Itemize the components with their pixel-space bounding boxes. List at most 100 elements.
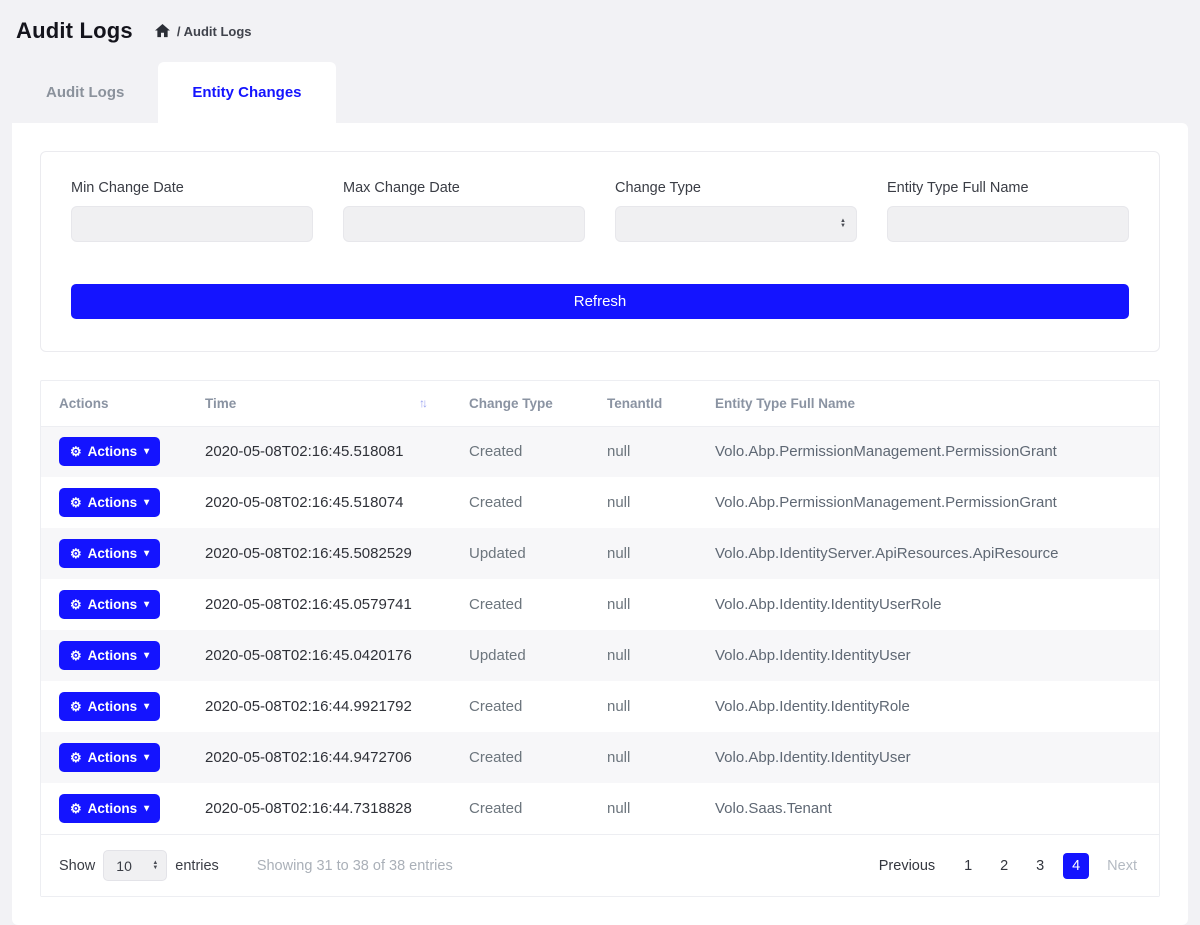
- select-arrows-icon: ▲▼: [840, 219, 846, 229]
- column-header-tenant-id: TenantId: [589, 381, 697, 426]
- tab-bar: Audit Logs Entity Changes: [12, 62, 1188, 123]
- page-size-control: Show 10 ▲▼ entries: [59, 850, 219, 881]
- entity-type-cell: Volo.Abp.Identity.IdentityUserRole: [697, 579, 1159, 630]
- pagination-previous[interactable]: Previous: [875, 853, 939, 879]
- filter-panel: Min Change Date Max Change Date Change T…: [40, 151, 1160, 352]
- show-label: Show: [59, 858, 95, 874]
- caret-down-icon: ▾: [144, 701, 149, 712]
- pagination-page-3[interactable]: 3: [1027, 853, 1053, 879]
- tenant-id-cell: null: [589, 528, 697, 579]
- actions-cell: ⚙ Actions ▾: [41, 681, 187, 732]
- time-cell: 2020-05-08T02:16:44.7318828: [187, 783, 451, 834]
- row-actions-button[interactable]: ⚙ Actions ▾: [59, 590, 160, 619]
- filter-field-change-type: Change Type ▲▼: [615, 180, 857, 242]
- caret-down-icon: ▾: [144, 497, 149, 508]
- table-row: ⚙ Actions ▾ 2020-05-08T02:16:45.518074 C…: [41, 477, 1159, 528]
- entity-type-cell: Volo.Abp.IdentityServer.ApiResources.Api…: [697, 528, 1159, 579]
- table-header-row: Actions Time ↑↓ Change Type TenantId Ent…: [41, 381, 1159, 426]
- page-size-select[interactable]: 10 ▲▼: [103, 850, 167, 881]
- row-actions-button[interactable]: ⚙ Actions ▾: [59, 539, 160, 568]
- pagination-page-1[interactable]: 1: [955, 853, 981, 879]
- gear-icon: ⚙: [70, 648, 82, 664]
- max-change-date-input[interactable]: [343, 206, 585, 242]
- tab-entity-changes[interactable]: Entity Changes: [158, 62, 335, 123]
- time-cell: 2020-05-08T02:16:44.9921792: [187, 681, 451, 732]
- time-cell: 2020-05-08T02:16:45.518074: [187, 477, 451, 528]
- sort-icon[interactable]: ↑↓: [419, 396, 439, 410]
- actions-cell: ⚙ Actions ▾: [41, 426, 187, 477]
- entity-type-label: Entity Type Full Name: [887, 180, 1129, 196]
- entries-label: entries: [175, 858, 219, 874]
- page-header: Audit Logs / Audit Logs: [0, 0, 1200, 58]
- tenant-id-cell: null: [589, 579, 697, 630]
- time-cell: 2020-05-08T02:16:45.0420176: [187, 630, 451, 681]
- time-cell: 2020-05-08T02:16:45.0579741: [187, 579, 451, 630]
- breadcrumb: / Audit Logs: [155, 24, 252, 39]
- row-actions-button[interactable]: ⚙ Actions ▾: [59, 641, 160, 670]
- change-type-cell: Created: [451, 477, 589, 528]
- page-title: Audit Logs: [16, 18, 133, 44]
- change-type-cell: Created: [451, 681, 589, 732]
- table-row: ⚙ Actions ▾ 2020-05-08T02:16:44.9472706 …: [41, 732, 1159, 783]
- actions-cell: ⚙ Actions ▾: [41, 528, 187, 579]
- actions-cell: ⚙ Actions ▾: [41, 579, 187, 630]
- tenant-id-cell: null: [589, 732, 697, 783]
- table-row: ⚙ Actions ▾ 2020-05-08T02:16:45.0420176 …: [41, 630, 1159, 681]
- entity-type-cell: Volo.Abp.Identity.IdentityUser: [697, 732, 1159, 783]
- actions-cell: ⚙ Actions ▾: [41, 783, 187, 834]
- gear-icon: ⚙: [70, 750, 82, 766]
- home-icon[interactable]: [155, 24, 170, 38]
- page-size-value: 10: [116, 858, 132, 874]
- column-header-change-type: Change Type: [451, 381, 589, 426]
- change-type-cell: Created: [451, 426, 589, 477]
- min-change-date-input[interactable]: [71, 206, 313, 242]
- caret-down-icon: ▾: [144, 803, 149, 814]
- row-actions-button[interactable]: ⚙ Actions ▾: [59, 488, 160, 517]
- tenant-id-cell: null: [589, 783, 697, 834]
- time-cell: 2020-05-08T02:16:45.5082529: [187, 528, 451, 579]
- tenant-id-cell: null: [589, 426, 697, 477]
- row-actions-button[interactable]: ⚙ Actions ▾: [59, 794, 160, 823]
- change-type-cell: Created: [451, 732, 589, 783]
- time-cell: 2020-05-08T02:16:45.518081: [187, 426, 451, 477]
- column-header-time[interactable]: Time ↑↓: [187, 381, 451, 426]
- row-actions-button[interactable]: ⚙ Actions ▾: [59, 692, 160, 721]
- filter-field-min-change-date: Min Change Date: [71, 180, 313, 242]
- caret-down-icon: ▾: [144, 548, 149, 559]
- gear-icon: ⚙: [70, 444, 82, 460]
- entity-type-input[interactable]: [887, 206, 1129, 242]
- tab-audit-logs[interactable]: Audit Logs: [12, 62, 158, 123]
- breadcrumb-path: / Audit Logs: [177, 24, 252, 39]
- content-card: Min Change Date Max Change Date Change T…: [12, 123, 1188, 925]
- table-row: ⚙ Actions ▾ 2020-05-08T02:16:44.9921792 …: [41, 681, 1159, 732]
- row-actions-button[interactable]: ⚙ Actions ▾: [59, 743, 160, 772]
- change-type-cell: Created: [451, 579, 589, 630]
- tenant-id-cell: null: [589, 477, 697, 528]
- gear-icon: ⚙: [70, 495, 82, 511]
- gear-icon: ⚙: [70, 801, 82, 817]
- change-type-cell: Updated: [451, 528, 589, 579]
- pagination-page-2[interactable]: 2: [991, 853, 1017, 879]
- filter-grid: Min Change Date Max Change Date Change T…: [71, 180, 1129, 242]
- showing-entries-text: Showing 31 to 38 of 38 entries: [257, 858, 875, 874]
- pagination: Previous 1 2 3 4 Next: [875, 853, 1141, 879]
- entity-type-cell: Volo.Abp.Identity.IdentityUser: [697, 630, 1159, 681]
- change-type-select[interactable]: ▲▼: [615, 206, 857, 242]
- gear-icon: ⚙: [70, 699, 82, 715]
- pagination-page-4[interactable]: 4: [1063, 853, 1089, 879]
- min-change-date-label: Min Change Date: [71, 180, 313, 196]
- max-change-date-label: Max Change Date: [343, 180, 585, 196]
- entity-changes-table: Actions Time ↑↓ Change Type TenantId Ent…: [40, 380, 1160, 897]
- caret-down-icon: ▾: [144, 752, 149, 763]
- column-header-actions: Actions: [41, 381, 187, 426]
- refresh-button[interactable]: Refresh: [71, 284, 1129, 319]
- column-header-entity-type: Entity Type Full Name: [697, 381, 1159, 426]
- caret-down-icon: ▾: [144, 446, 149, 457]
- table-footer: Show 10 ▲▼ entries Showing 31 to 38 of 3…: [41, 834, 1159, 896]
- table-row: ⚙ Actions ▾ 2020-05-08T02:16:45.5082529 …: [41, 528, 1159, 579]
- pagination-next[interactable]: Next: [1103, 853, 1141, 879]
- audit-logs-page: Audit Logs / Audit Logs Audit Logs Entit…: [0, 0, 1200, 925]
- row-actions-button[interactable]: ⚙ Actions ▾: [59, 437, 160, 466]
- gear-icon: ⚙: [70, 546, 82, 562]
- change-type-cell: Updated: [451, 630, 589, 681]
